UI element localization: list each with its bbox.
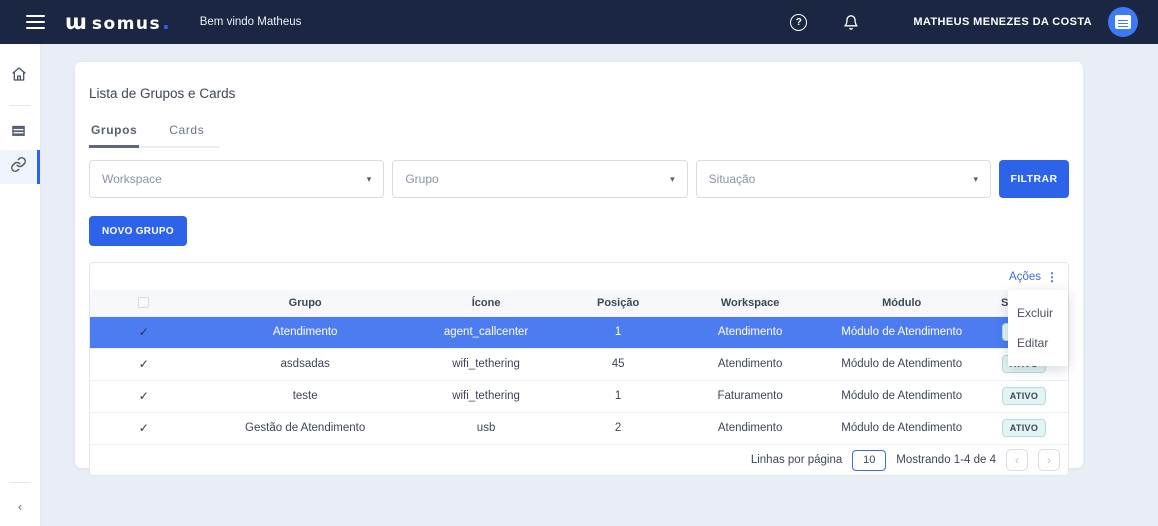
acoes-menu-button[interactable]: Ações xyxy=(1009,271,1041,283)
sidebar-bottom: ‹ xyxy=(0,470,40,526)
situacao-select[interactable]: Situação ▾ xyxy=(695,160,991,198)
novo-grupo-button[interactable]: NOVO GRUPO xyxy=(89,216,187,246)
table-header-row: Grupo Ícone Posição Workspace Módulo Sit… xyxy=(90,290,1068,316)
page-title: Lista de Grupos e Cards xyxy=(89,86,236,101)
topbar: ɯ somus . Bem vindo Matheus ? MATHEUS ME… xyxy=(0,0,1158,44)
notifications-bell-icon[interactable] xyxy=(843,14,859,31)
groups-table-container: Ações ⋮ Excluir Editar Grupo Ícone Posiç… xyxy=(89,262,1069,476)
sidebar-divider xyxy=(9,105,31,106)
showing-range-label: Mostrando 1-4 de 4 xyxy=(896,454,996,466)
sidebar-item-home[interactable] xyxy=(0,60,40,93)
user-name[interactable]: MATHEUS MENEZES DA COSTA xyxy=(913,16,1092,28)
row-checkmark-icon[interactable]: ✓ xyxy=(139,389,149,403)
column-header-icone: Ícone xyxy=(471,296,501,309)
grupo-select[interactable]: Grupo ▾ xyxy=(392,160,688,198)
groups-table: Grupo Ícone Posição Workspace Módulo Sit… xyxy=(90,290,1068,444)
app-logo[interactable]: ɯ somus . xyxy=(65,10,170,34)
table-row[interactable]: ✓ Gestão de Atendimento usb 2 Atendiment… xyxy=(90,411,1068,444)
cell-grupo: Gestão de Atendimento xyxy=(197,411,413,444)
column-header-modulo: Módulo xyxy=(882,296,922,309)
situacao-select-placeholder: Situação xyxy=(708,172,756,186)
sidebar-divider xyxy=(9,482,31,483)
sidebar-item-groups-cards[interactable] xyxy=(0,150,40,184)
cell-posicao: 45 xyxy=(559,347,677,380)
sidebar-collapse-button[interactable]: ‹ xyxy=(8,495,32,518)
topbar-right: ? MATHEUS MENEZES DA COSTA xyxy=(790,7,1138,37)
table-list-icon xyxy=(11,124,26,144)
workspace-select[interactable]: Workspace ▾ xyxy=(89,160,385,198)
workspace-select-placeholder: Workspace xyxy=(102,172,162,186)
tab-cards[interactable]: Cards xyxy=(167,123,206,146)
logo-dot: . xyxy=(162,10,170,34)
avatar-image xyxy=(1115,15,1131,29)
cell-modulo: Módulo de Atendimento xyxy=(823,315,980,348)
cell-icone: wifi_tethering xyxy=(412,347,560,380)
cell-posicao: 1 xyxy=(559,379,677,412)
user-avatar[interactable] xyxy=(1108,7,1138,37)
acoes-dropdown-menu: Excluir Editar xyxy=(1008,290,1068,366)
column-header-grupo: Grupo xyxy=(288,296,322,309)
row-checkmark-icon[interactable]: ✓ xyxy=(139,357,149,371)
grupo-select-placeholder: Grupo xyxy=(405,172,439,186)
tab-grupos[interactable]: Grupos xyxy=(89,123,140,148)
cell-modulo: Módulo de Atendimento xyxy=(823,379,980,412)
row-checkmark-icon[interactable]: ✓ xyxy=(139,325,149,339)
link-icon xyxy=(10,156,27,178)
previous-page-button[interactable]: ‹ xyxy=(1006,449,1028,471)
column-header-workspace: Workspace xyxy=(720,296,780,309)
cell-icone: agent_callcenter xyxy=(412,315,560,348)
sidebar-item-list[interactable] xyxy=(0,118,40,150)
select-all-checkbox[interactable] xyxy=(138,297,150,309)
menu-item-editar[interactable]: Editar xyxy=(1008,328,1068,358)
header-checkbox-cell xyxy=(90,290,198,316)
chevron-down-icon: ▾ xyxy=(973,173,978,184)
filtrar-button[interactable]: FILTRAR xyxy=(998,160,1069,198)
cell-posicao: 1 xyxy=(559,315,677,348)
filter-bar: Workspace ▾ Grupo ▾ Situação ▾ FILTRAR xyxy=(89,160,1069,198)
cell-grupo: asdsadas xyxy=(197,347,413,380)
tab-bar: Grupos Cards xyxy=(89,123,221,148)
hamburger-menu-icon[interactable] xyxy=(26,11,45,33)
rows-per-page-label: Linhas por página xyxy=(750,454,843,466)
menu-item-excluir[interactable]: Excluir xyxy=(1008,298,1068,328)
cell-icone: wifi_tethering xyxy=(412,379,560,412)
logo-mark-icon: ɯ xyxy=(65,10,87,34)
cell-grupo: Atendimento xyxy=(197,315,413,348)
table-row[interactable]: ✓ teste wifi_tethering 1 Faturamento Mód… xyxy=(90,379,1068,412)
main-content: Lista de Grupos e Cards Grupos Cards Wor… xyxy=(40,44,1158,526)
cell-workspace: Faturamento xyxy=(676,379,824,412)
chevron-down-icon: ▾ xyxy=(366,173,372,184)
groups-cards-panel: Lista de Grupos e Cards Grupos Cards Wor… xyxy=(75,62,1083,476)
table-row[interactable]: ✓ asdsadas wifi_tethering 45 Atendimento… xyxy=(90,347,1068,380)
cell-workspace: Atendimento xyxy=(676,411,824,444)
welcome-text: Bem vindo Matheus xyxy=(199,16,302,28)
home-icon xyxy=(11,66,27,87)
logo-name: somus xyxy=(91,14,162,34)
pagination-bar: Linhas por página Mostrando 1-4 de 4 ‹ › xyxy=(90,444,1068,475)
sidebar: ‹ xyxy=(0,44,40,526)
table-row[interactable]: ✓ Atendimento agent_callcenter 1 Atendim… xyxy=(90,315,1068,348)
next-page-button[interactable]: › xyxy=(1038,449,1060,471)
cell-posicao: 2 xyxy=(559,411,677,444)
cell-workspace: Atendimento xyxy=(676,315,824,348)
cell-grupo: teste xyxy=(197,379,413,412)
column-header-posicao: Posição xyxy=(597,296,640,309)
actions-row: Ações ⋮ xyxy=(90,263,1068,290)
row-checkmark-icon[interactable]: ✓ xyxy=(139,421,149,435)
cell-icone: usb xyxy=(412,411,560,444)
status-badge: ATIVO xyxy=(1001,387,1047,405)
cell-modulo: Módulo de Atendimento xyxy=(823,347,980,380)
help-icon[interactable]: ? xyxy=(790,13,808,31)
kebab-menu-icon[interactable]: ⋮ xyxy=(1046,270,1058,284)
cell-modulo: Módulo de Atendimento xyxy=(823,411,980,444)
chevron-down-icon: ▾ xyxy=(670,173,675,184)
cell-workspace: Atendimento xyxy=(676,347,824,380)
status-badge: ATIVO xyxy=(1001,419,1047,438)
rows-per-page-input[interactable] xyxy=(852,449,887,471)
